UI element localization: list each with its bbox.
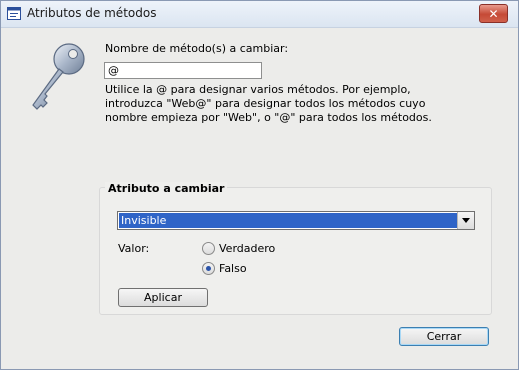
method-name-label: Nombre de método(s) a cambiar: xyxy=(105,42,289,55)
close-window-button[interactable]: ✕ xyxy=(479,4,508,23)
dropdown-arrow-button[interactable] xyxy=(457,212,474,229)
window-title: Atributos de métodos xyxy=(27,6,157,20)
attribute-select[interactable]: Invisible xyxy=(117,211,475,230)
close-button[interactable]: Cerrar xyxy=(399,327,489,346)
radio-falso-label[interactable]: Falso xyxy=(219,262,247,275)
app-window-icon xyxy=(7,7,21,20)
chevron-down-icon xyxy=(462,218,470,223)
title-bar: Atributos de métodos ✕ xyxy=(1,1,518,28)
key-icon xyxy=(32,43,85,110)
radio-selected-dot xyxy=(206,266,211,271)
attribute-group-title: Atributo a cambiar xyxy=(105,182,228,195)
method-name-input[interactable]: @ xyxy=(104,62,262,79)
dialog-window: Atributos de métodos ✕ Nombre de método(… xyxy=(0,0,519,370)
attribute-select-value: Invisible xyxy=(119,213,458,228)
close-icon: ✕ xyxy=(488,6,499,21)
help-text: Utilice la @ para designar varios método… xyxy=(105,83,432,124)
radio-verdadero[interactable] xyxy=(202,242,215,255)
radio-falso[interactable] xyxy=(202,262,215,275)
radio-verdadero-label[interactable]: Verdadero xyxy=(219,242,275,255)
value-label: Valor: xyxy=(118,242,150,255)
apply-button[interactable]: Aplicar xyxy=(118,288,208,307)
